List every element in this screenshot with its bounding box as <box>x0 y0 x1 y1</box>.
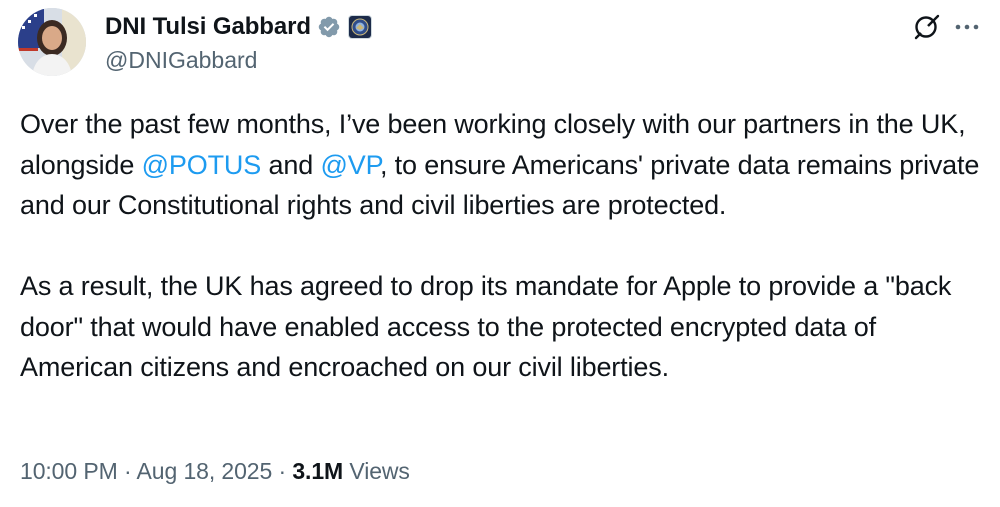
tweet-time: 10:00 PM <box>20 458 118 484</box>
tweet-paragraph-2: As a result, the UK has agreed to drop i… <box>20 271 952 382</box>
government-seal-icon[interactable] <box>347 15 372 39</box>
tweet-paragraph-1: Over the past few months, I’ve been work… <box>20 104 985 226</box>
tweet-header: DNI Tulsi Gabbard @DNIGabbard <box>18 8 372 76</box>
more-options-icon[interactable] <box>952 12 982 42</box>
mention-vp-link[interactable]: @VP <box>320 150 380 180</box>
mention-potus-link[interactable]: @POTUS <box>142 150 262 180</box>
top-actions <box>912 12 982 42</box>
views-label: Views <box>349 458 410 484</box>
tweet-timestamp-link[interactable]: 10:00 PM · Aug 18, 2025 <box>20 458 272 484</box>
author-block: DNI Tulsi Gabbard @DNIGabbard <box>105 12 372 74</box>
views-link[interactable]: 3.1M Views <box>292 458 410 484</box>
tweet-text-segment: and <box>261 149 321 180</box>
author-handle[interactable]: @DNIGabbard <box>105 47 372 74</box>
tweet-date: Aug 18, 2025 <box>136 458 273 484</box>
avatar-image <box>18 8 86 76</box>
avatar[interactable] <box>18 8 86 76</box>
display-name[interactable]: DNI Tulsi Gabbard <box>105 13 311 41</box>
tweet-card: DNI Tulsi Gabbard @DNIGabbard Over the p… <box>0 0 1000 507</box>
meta-separator: · <box>123 458 132 484</box>
name-row: DNI Tulsi Gabbard <box>105 12 372 42</box>
tweet-meta: 10:00 PM · Aug 18, 2025 · 3.1M Views <box>20 458 410 485</box>
grok-icon[interactable] <box>912 12 942 42</box>
views-count: 3.1M <box>292 458 344 484</box>
tweet-text: Over the past few months, I’ve been work… <box>20 104 985 388</box>
meta-separator: · <box>278 458 287 484</box>
verified-badge-icon[interactable] <box>317 15 341 39</box>
